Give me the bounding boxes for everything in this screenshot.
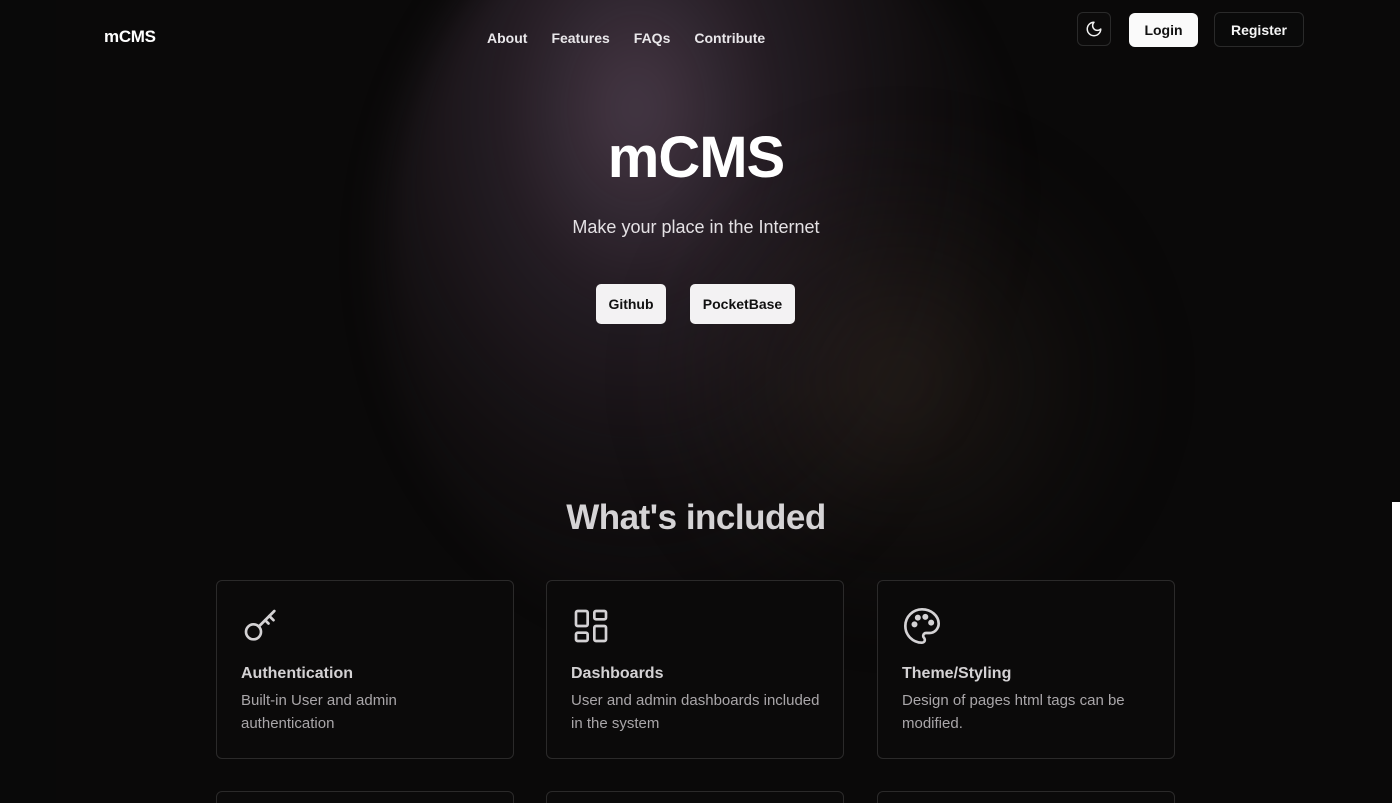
feature-title: Authentication xyxy=(241,665,353,682)
left-margin xyxy=(0,0,56,803)
palette-icon xyxy=(904,608,940,644)
feature-card-row2-3 xyxy=(877,791,1175,803)
feature-description: User and admin dashboards included in th… xyxy=(571,692,820,732)
hero-title: mCMS xyxy=(607,125,785,190)
feature-description: Design of pages html tags can be modifie… xyxy=(902,692,1125,732)
nav-link-about[interactable]: About xyxy=(487,30,527,46)
top-navbar: mCMS About Features FAQs Contribute Logi… xyxy=(0,0,1400,76)
nav-link-features[interactable]: Features xyxy=(551,30,609,46)
nav-link-contribute[interactable]: Contribute xyxy=(694,30,765,46)
scrollbar-thumb[interactable] xyxy=(1392,502,1400,803)
main-nav: About Features FAQs Contribute xyxy=(487,30,789,46)
key-icon xyxy=(244,609,276,641)
feature-card-theme-styling: Theme/Styling Design of pages html tags … xyxy=(877,580,1175,759)
github-button[interactable]: Github xyxy=(596,284,666,324)
register-button[interactable]: Register xyxy=(1214,12,1304,47)
feature-card-row2-2 xyxy=(546,791,844,803)
dashboard-icon xyxy=(574,609,608,643)
hero-subtitle: Make your place in the Internet xyxy=(572,217,820,237)
moon-icon xyxy=(1086,21,1102,37)
feature-title: Dashboards xyxy=(571,665,664,682)
page: mCMS About Features FAQs Contribute Logi… xyxy=(0,0,1400,803)
login-button[interactable]: Login xyxy=(1129,13,1198,47)
brand-logo[interactable]: mCMS xyxy=(104,27,156,47)
nav-link-faqs[interactable]: FAQs xyxy=(634,30,671,46)
theme-toggle-button[interactable] xyxy=(1077,12,1111,46)
pocketbase-button[interactable]: PocketBase xyxy=(690,284,795,324)
feature-card-row2-1 xyxy=(216,791,514,803)
feature-title: Theme/Styling xyxy=(902,665,1012,682)
feature-description: Built-in User and admin authentication xyxy=(241,692,397,732)
features-heading: What's included xyxy=(566,498,826,537)
feature-card-dashboards: Dashboards User and admin dashboards inc… xyxy=(546,580,844,759)
feature-card-authentication: Authentication Built-in User and admin a… xyxy=(216,580,514,759)
hero-glow-secondary xyxy=(640,120,1160,640)
